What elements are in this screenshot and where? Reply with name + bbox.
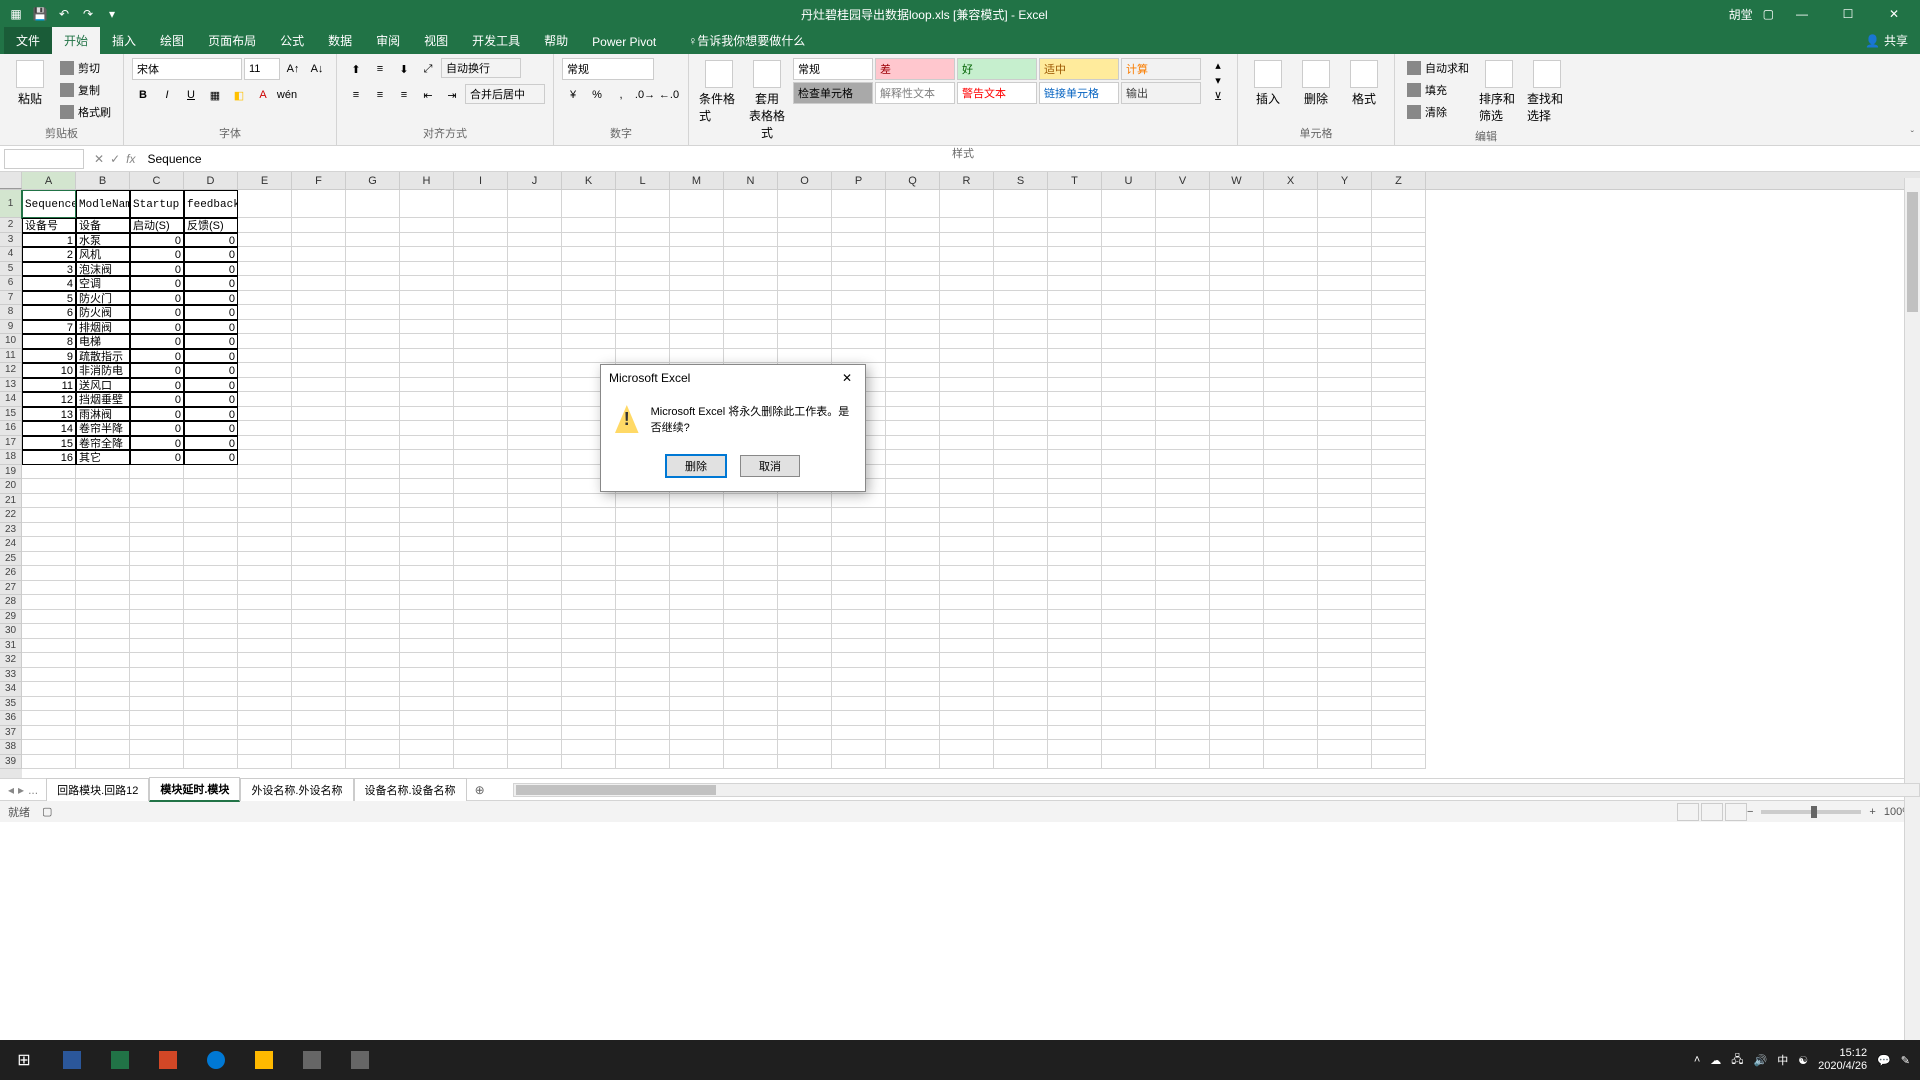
taskbar-app1[interactable] [288, 1040, 336, 1080]
tray-up-icon[interactable]: ˄ [1694, 1054, 1700, 1066]
start-button[interactable]: ⊞ [0, 1040, 48, 1080]
delete-sheet-dialog: Microsoft Excel ✕ ! Microsoft Excel 将永久删… [600, 364, 866, 492]
warning-icon: ! [615, 405, 639, 433]
dialog-title: Microsoft Excel [609, 371, 690, 385]
tray-notifications-icon[interactable]: 💬 [1877, 1054, 1891, 1067]
tray-input-icon[interactable]: ☯ [1798, 1054, 1808, 1067]
taskbar-app2[interactable] [336, 1040, 384, 1080]
taskbar-excel[interactable] [96, 1040, 144, 1080]
tray-onedrive-icon[interactable]: ☁ [1710, 1054, 1721, 1067]
dialog-ok-button[interactable]: 删除 [666, 455, 726, 477]
tray-volume-icon[interactable]: 🔊 [1754, 1054, 1768, 1067]
dialog-message: Microsoft Excel 将永久删除此工作表。是否继续? [651, 403, 851, 435]
taskbar-clock[interactable]: 15:12 2020/4/26 [1818, 1047, 1867, 1073]
tray-ime-icon[interactable]: 中 [1777, 1052, 1788, 1068]
taskbar: ⊞ ˄ ☁ 🖧 🔊 中 ☯ 15:12 2020/4/26 💬 ✎ [0, 1040, 1920, 1080]
taskbar-explorer[interactable] [240, 1040, 288, 1080]
dialog-close-button[interactable]: ✕ [837, 371, 857, 385]
tray-stylus-icon[interactable]: ✎ [1901, 1054, 1910, 1067]
taskbar-edge[interactable] [192, 1040, 240, 1080]
tray-network-icon[interactable]: 🖧 [1731, 1051, 1743, 1070]
taskbar-powerpoint[interactable] [144, 1040, 192, 1080]
dialog-overlay: Microsoft Excel ✕ ! Microsoft Excel 将永久删… [0, 0, 1920, 1080]
taskbar-word[interactable] [48, 1040, 96, 1080]
dialog-cancel-button[interactable]: 取消 [740, 455, 800, 477]
